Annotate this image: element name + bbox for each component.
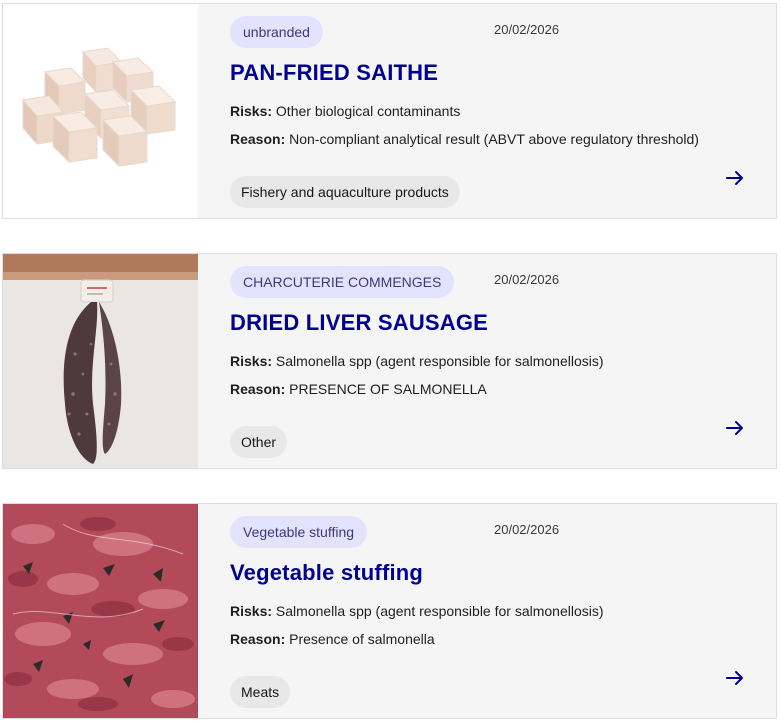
publication-date: 20/02/2026 <box>494 22 560 37</box>
product-photo-fish-cubes <box>3 4 198 218</box>
arrow-right-icon[interactable] <box>723 166 747 190</box>
product-title[interactable]: DRIED LIVER SAUSAGE <box>230 310 488 336</box>
publication-date: 20/02/2026 <box>494 522 560 537</box>
reason-line: Reason: PRESENCE OF SALMONELLA <box>230 381 487 397</box>
risks-line: Risks: Salmonella spp (agent responsible… <box>230 603 604 619</box>
product-title[interactable]: PAN-FRIED SAITHE <box>230 60 438 86</box>
risks-value: Salmonella spp (agent responsible for sa… <box>275 353 604 369</box>
risks-line: Risks: Other biological contaminants <box>230 103 460 119</box>
recall-card[interactable]: unbranded 20/02/2026 PAN-FRIED SAITHE Ri… <box>2 3 777 219</box>
arrow-right-icon[interactable] <box>723 666 747 690</box>
category-tag: Meats <box>230 676 291 708</box>
product-photo-minced-meat <box>3 504 198 718</box>
reason-value: Presence of salmonella <box>289 631 435 647</box>
reason-label: Reason: <box>230 631 286 647</box>
risks-line: Risks: Salmonella spp (agent responsible… <box>230 353 604 369</box>
brand-badge: Vegetable stuffing <box>230 516 368 548</box>
reason-value: PRESENCE OF SALMONELLA <box>289 381 487 397</box>
risks-value: Salmonella spp (agent responsible for sa… <box>275 603 604 619</box>
recall-card[interactable]: Vegetable stuffing 20/02/2026 Vegetable … <box>2 503 777 719</box>
product-title[interactable]: Vegetable stuffing <box>230 560 423 586</box>
brand-badge: unbranded <box>230 16 323 48</box>
publication-date: 20/02/2026 <box>494 272 560 287</box>
category-tag: Fishery and aquaculture products <box>230 176 460 208</box>
reason-line: Reason: Presence of salmonella <box>230 631 435 647</box>
risks-label: Risks: <box>230 103 273 119</box>
risks-value: Other biological contaminants <box>275 103 461 119</box>
brand-badge: CHARCUTERIE COMMENGES <box>230 266 455 298</box>
risks-label: Risks: <box>230 353 273 369</box>
arrow-right-icon[interactable] <box>723 416 747 440</box>
reason-line: Reason: Non-compliant analytical result … <box>230 131 699 147</box>
risks-label: Risks: <box>230 603 273 619</box>
recall-card[interactable]: CHARCUTERIE COMMENGES 20/02/2026 DRIED L… <box>2 253 777 469</box>
recall-list: unbranded 20/02/2026 PAN-FRIED SAITHE Ri… <box>0 0 780 723</box>
product-photo-sausage <box>3 254 198 468</box>
reason-label: Reason: <box>230 131 286 147</box>
reason-value: Non-compliant analytical result (ABVT ab… <box>289 131 699 147</box>
reason-label: Reason: <box>230 381 286 397</box>
category-tag: Other <box>230 426 288 458</box>
